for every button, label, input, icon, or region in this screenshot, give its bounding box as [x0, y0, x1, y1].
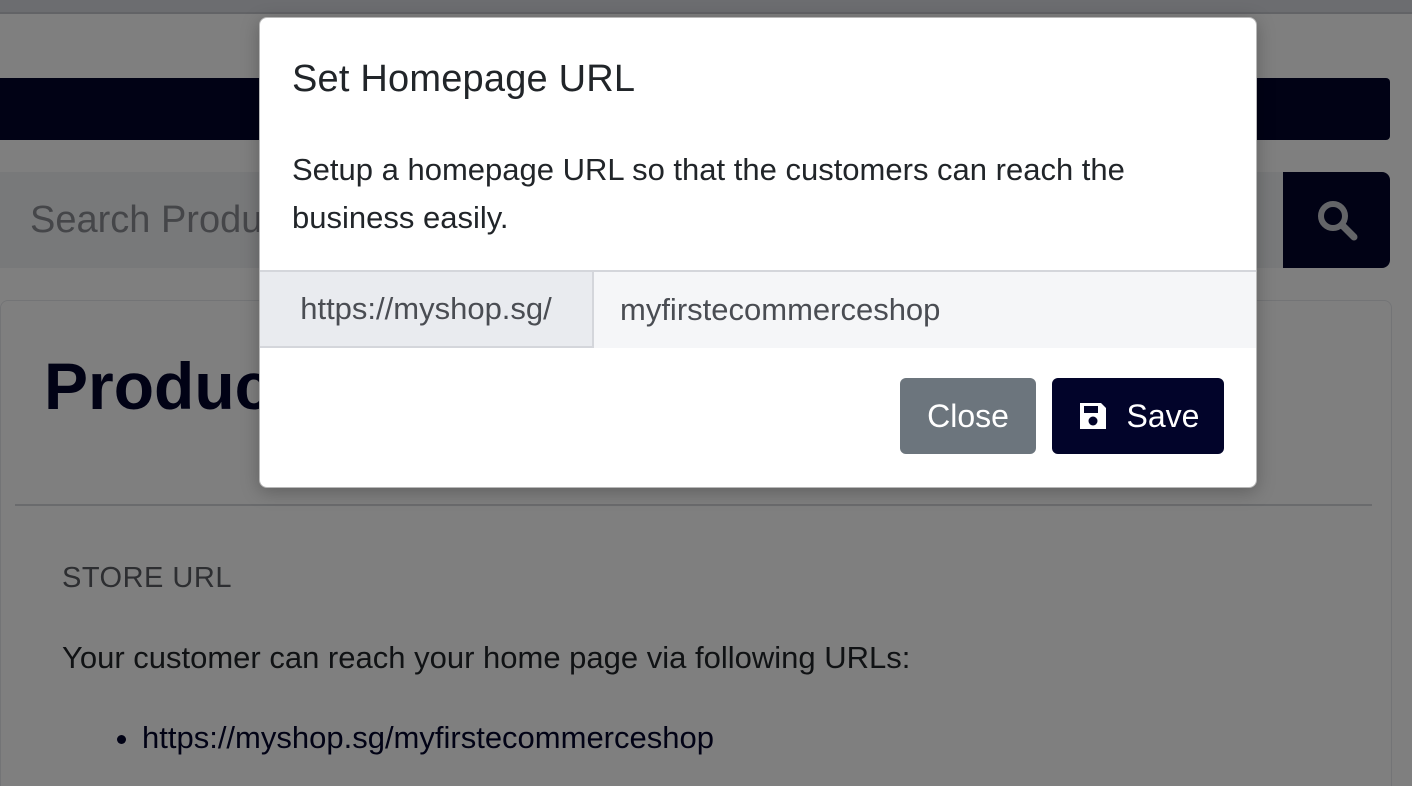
page: Products STORE URL Your customer can rea… [0, 0, 1412, 786]
url-prefix: https://myshop.sg/ [260, 272, 594, 346]
dialog-title: Set Homepage URL [292, 58, 636, 100]
floppy-disk-icon [1077, 400, 1109, 432]
homepage-url-input[interactable] [594, 272, 1256, 348]
save-button-label: Save [1126, 397, 1200, 434]
dialog-description: Setup a homepage URL so that the custome… [292, 152, 1125, 235]
set-homepage-url-dialog: Set Homepage URL Setup a homepage URL so… [259, 17, 1257, 488]
homepage-url-input-group: https://myshop.sg/ [260, 270, 1256, 348]
save-button[interactable]: Save [1052, 378, 1224, 454]
close-button[interactable]: Close [900, 378, 1036, 454]
close-button-label: Close [927, 397, 1009, 434]
